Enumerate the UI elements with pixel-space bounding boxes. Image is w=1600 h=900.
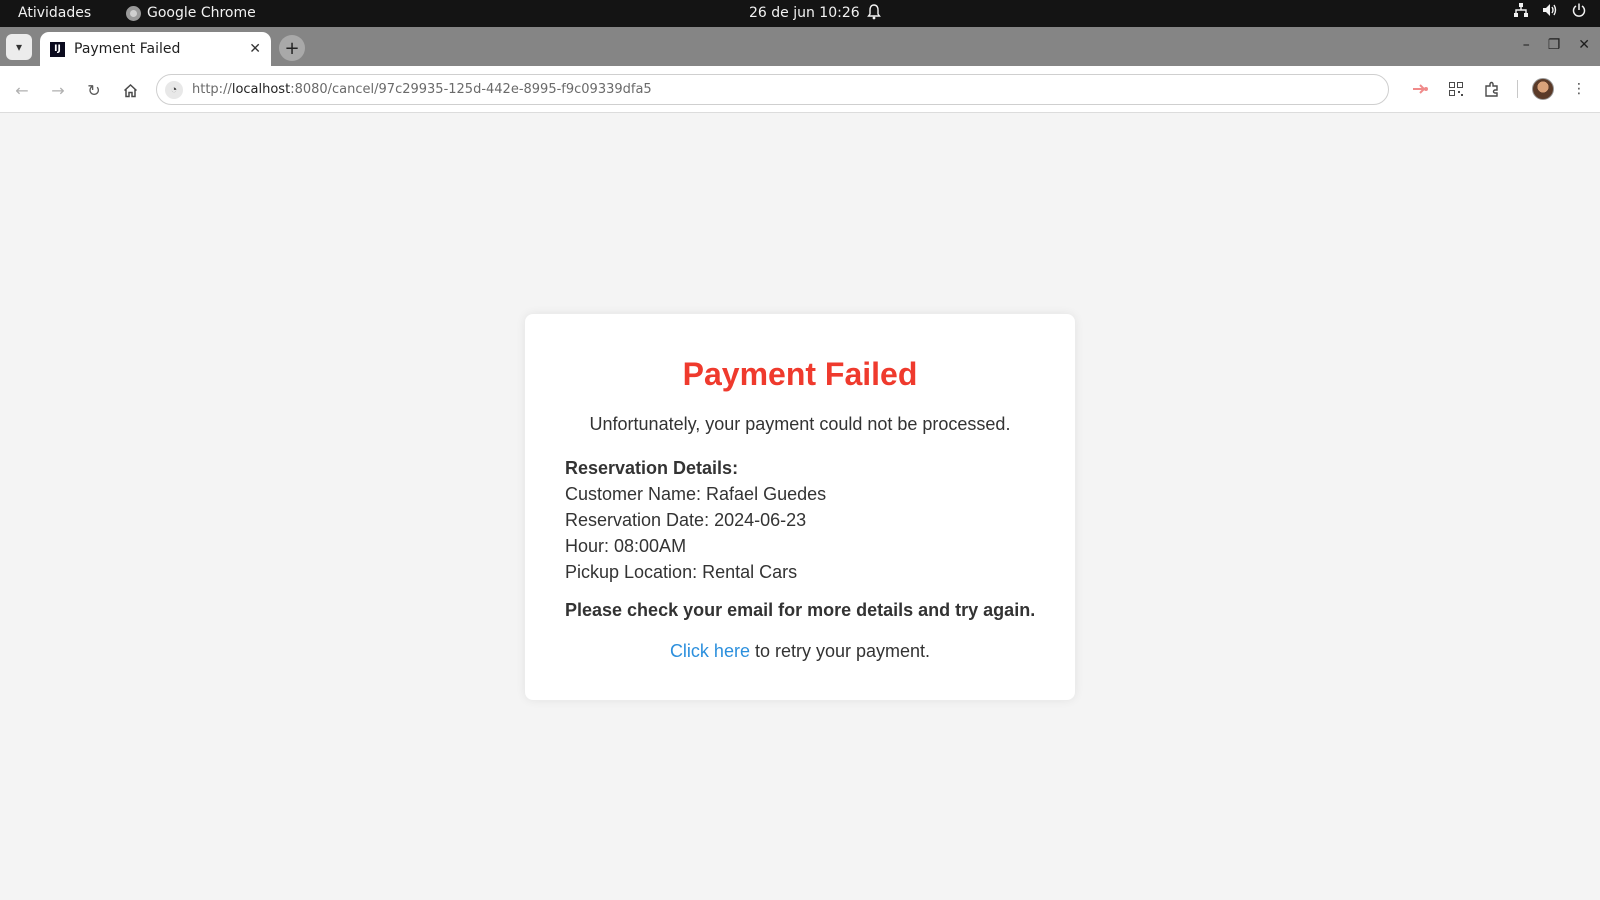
failure-message: Unfortunately, your payment could not be…: [589, 414, 1011, 434]
profile-avatar[interactable]: [1532, 78, 1554, 100]
restore-icon[interactable]: ❐: [1548, 37, 1561, 53]
payment-failed-card: Payment Failed Unfortunately, your payme…: [525, 314, 1075, 700]
retry-line: Click here to retry your payment.: [525, 641, 1075, 662]
chevron-down-icon: ▾: [15, 40, 23, 54]
pickup-location: Pickup Location: Rental Cars: [565, 562, 798, 582]
notification-bell-icon[interactable]: [867, 4, 881, 24]
network-icon[interactable]: [1514, 3, 1528, 21]
system-top-bar: Atividades Google Chrome 26 de jun 10:26: [0, 0, 1600, 27]
chrome-icon: [126, 5, 141, 21]
retry-payment-link[interactable]: Click here: [670, 641, 750, 661]
url-text[interactable]: http://localhost:8080/cancel/97c29935-12…: [192, 82, 652, 97]
customer-name: Customer Name: Rafael Guedes: [565, 484, 827, 504]
more-menu-icon[interactable]: ⋮: [1568, 78, 1590, 100]
minimize-icon[interactable]: –: [1523, 37, 1530, 53]
home-icon[interactable]: [119, 79, 141, 101]
retry-text: to retry your payment.: [749, 641, 931, 661]
cast-icon[interactable]: [1409, 78, 1431, 100]
activities-button[interactable]: Atividades: [18, 5, 91, 21]
toolbar-actions: ⋮: [1409, 78, 1590, 100]
extensions-icon[interactable]: [1481, 78, 1503, 100]
reservation-date: Reservation Date: 2024-06-23: [565, 510, 807, 530]
email-note: Please check your email for more details…: [565, 600, 1036, 620]
close-tab-icon[interactable]: ✕: [249, 41, 261, 57]
address-bar[interactable]: ◔ http://localhost:8080/cancel/97c29935-…: [156, 74, 1389, 105]
plus-icon: +: [284, 37, 300, 59]
volume-icon[interactable]: [1542, 3, 1558, 21]
favicon-icon: IJ: [50, 41, 65, 57]
site-info-icon[interactable]: ◔: [165, 80, 183, 99]
reservation-hour: Hour: 08:00AM: [565, 536, 687, 556]
tab-title: Payment Failed: [74, 41, 181, 57]
forward-arrow-icon[interactable]: →: [47, 79, 69, 101]
toolbar-separator: [1517, 80, 1518, 98]
app-name: Google Chrome: [147, 5, 256, 21]
window-controls: – ❐ ✕: [1523, 37, 1590, 53]
power-icon[interactable]: [1572, 3, 1586, 21]
reservation-details: Reservation Details: Customer Name: Rafa…: [565, 455, 826, 585]
clock[interactable]: 26 de jun 10:26: [749, 5, 860, 21]
tab-strip: ▾ IJ Payment Failed ✕ + – ❐ ✕: [0, 27, 1600, 66]
new-tab-button[interactable]: +: [279, 35, 305, 61]
back-arrow-icon[interactable]: ←: [11, 79, 33, 101]
tab-search-button[interactable]: ▾: [6, 34, 32, 60]
tab-payment-failed[interactable]: IJ Payment Failed ✕: [40, 32, 271, 66]
close-window-icon[interactable]: ✕: [1578, 37, 1590, 53]
app-menu[interactable]: Google Chrome: [126, 5, 256, 21]
details-heading: Reservation Details:: [565, 458, 739, 478]
system-tray[interactable]: [1514, 3, 1586, 21]
reload-icon[interactable]: ↻: [83, 79, 105, 101]
page-title: Payment Failed: [682, 356, 918, 392]
browser-toolbar: ← → ↻ ◔ http://localhost:8080/cancel/97c…: [0, 66, 1600, 113]
qr-code-icon[interactable]: [1445, 78, 1467, 100]
